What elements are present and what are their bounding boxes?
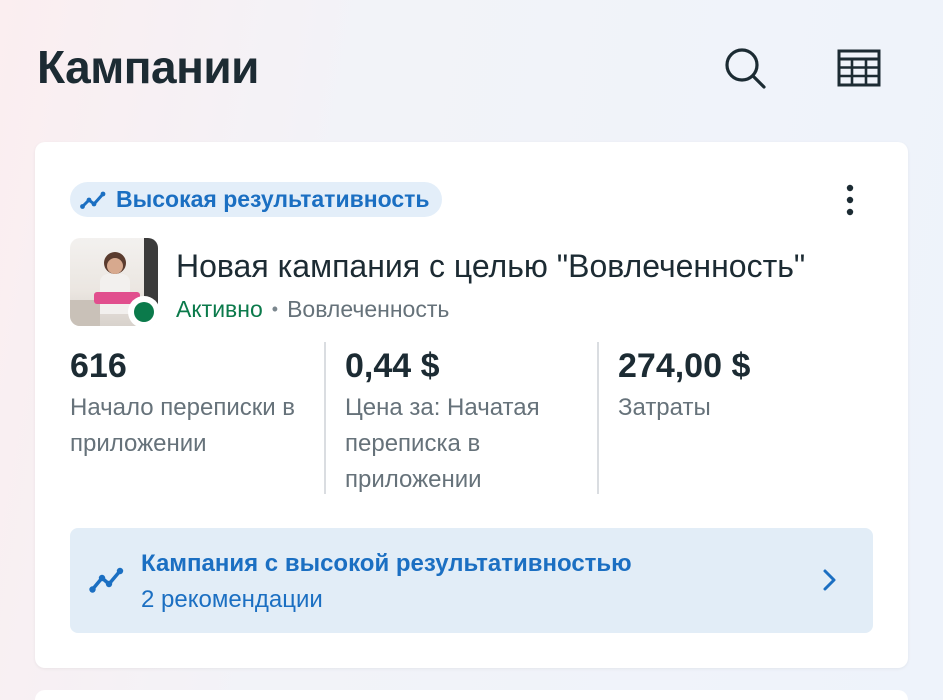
next-campaign-card[interactable] — [35, 690, 908, 700]
recommendation-count: 2 рекомендации — [141, 586, 323, 613]
table-view-button[interactable] — [835, 44, 883, 92]
objective-label: Вовлеченность — [287, 296, 450, 322]
campaign-name[interactable]: Новая кампания с целью "Вовлеченность" — [176, 248, 805, 285]
metric-value: 274,00 $ — [618, 347, 751, 385]
metric-label: Цена за: Начатая переписка в приложении — [345, 394, 540, 493]
campaign-status-line: Активно • Вовлеченность — [176, 296, 449, 323]
active-status-dot — [128, 296, 160, 328]
header: Кампании — [0, 0, 943, 140]
metric-spend: 274,00 $ Затраты — [597, 342, 871, 494]
search-button[interactable] — [721, 44, 769, 92]
chevron-right-icon — [823, 569, 836, 591]
search-icon — [725, 48, 766, 89]
metric-label: Начало переписки в приложении — [70, 394, 296, 457]
metric-label: Затраты — [618, 394, 711, 421]
more-vertical-icon — [846, 184, 854, 216]
campaign-card[interactable]: Высокая результативность Новая кампания … — [35, 142, 908, 668]
badge-label: Высокая результативность — [116, 186, 430, 212]
metric-value: 0,44 $ — [345, 347, 440, 385]
metric-value: 616 — [70, 347, 127, 385]
status-label: Активно — [176, 296, 263, 322]
trend-up-icon — [89, 567, 124, 593]
recommendation-title: Кампания с высокой результативностью — [141, 550, 632, 577]
high-performance-badge: Высокая результативность — [70, 182, 442, 217]
trend-up-icon — [80, 190, 106, 210]
campaign-thumbnail — [70, 238, 160, 328]
metric-conversations: 616 Начало переписки в приложении — [70, 342, 325, 494]
table-icon — [837, 49, 881, 87]
page-title: Кампании — [37, 41, 259, 93]
metric-cost-per-result: 0,44 $ Цена за: Начатая переписка в прил… — [324, 342, 598, 494]
status-separator: • — [271, 299, 279, 319]
more-options-button[interactable] — [832, 182, 868, 218]
recommendations-banner[interactable]: Кампания с высокой результативностью 2 р… — [70, 528, 873, 633]
